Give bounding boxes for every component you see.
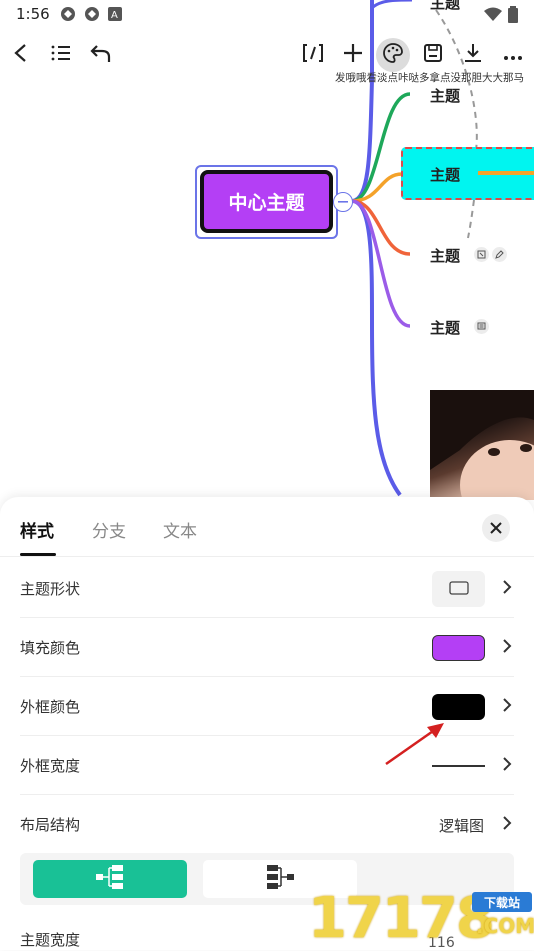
topic-node[interactable]: 主题 [430,245,460,266]
back-button[interactable] [4,38,38,72]
border-width-label: 外框宽度 [20,757,81,775]
status-bar: 1:56 A [0,0,534,30]
topic-width-label: 主题宽度 [20,931,81,949]
style-panel: 样式 分支 文本 主题形状 填充颜色 外框颜色 外框宽度 布局结构 逻辑图 主题… [0,497,534,951]
fill-color-label: 填充颜色 [20,639,81,657]
chevron-right-icon [502,815,512,835]
topic-node[interactable]: 主题 [430,164,460,185]
more-button[interactable] [496,38,530,72]
topic-node[interactable]: 主题 [430,317,460,338]
branch-line [478,171,534,175]
add-topic-button[interactable] [336,38,370,72]
active-tab-indicator [20,553,56,556]
save-button[interactable] [416,38,450,72]
toolbar-tooltip: 发哦哦看淡点咔哒多拿点没那胆大大那马 [335,72,524,84]
topic-shape-row[interactable]: 主题形状 [20,559,514,618]
svg-text:A: A [111,10,118,21]
bracket-icon [302,43,324,67]
style-button[interactable] [376,38,410,72]
collapse-toggle-icon[interactable] [333,192,353,212]
chevron-right-icon [502,579,512,599]
export-button[interactable] [456,38,490,72]
chevron-right-icon [502,697,512,717]
save-icon [423,43,443,67]
border-color-row[interactable]: 外框颜色 [20,677,514,736]
watermark-domain: .COM [476,914,534,938]
border-width-preview[interactable] [432,765,485,767]
summary-button[interactable] [296,38,330,72]
border-color-swatch[interactable] [432,694,485,720]
tab-style[interactable]: 样式 [20,517,54,542]
app-notification-icon [60,6,76,26]
close-icon [490,519,502,538]
layout-row[interactable]: 布局结构 逻辑图 [20,795,514,854]
layout-label: 布局结构 [20,816,81,834]
fill-color-row[interactable]: 填充颜色 [20,618,514,677]
a-letter-icon: A [108,6,122,25]
plus-icon [343,43,363,67]
undo-icon [89,43,111,67]
layout-value: 逻辑图 [438,817,484,835]
watermark-badge: 下载站 [472,892,532,912]
download-icon [463,43,483,67]
back-icon [11,43,31,67]
fill-color-swatch[interactable] [432,635,485,661]
undo-button[interactable] [83,38,117,72]
comment-icon[interactable] [474,319,489,334]
logic-right-layout-icon [94,864,126,894]
chevron-right-icon [502,638,512,658]
wifi-icon [484,6,502,25]
watermark-number: 17178 [308,886,495,951]
edit-pencil-icon[interactable] [492,247,507,262]
topic-shape-label: 主题形状 [20,580,81,598]
portrait-photo-icon [430,390,534,500]
watermark-logo: 17178 下载站 .COM [308,888,534,950]
tab-branch[interactable]: 分支 [92,517,126,542]
central-topic[interactable]: 中心主题 [200,170,333,233]
battery-icon [508,6,518,27]
more-icon [503,46,523,65]
outline-button[interactable] [44,38,78,72]
palette-icon [382,42,404,68]
topic-image[interactable] [430,390,534,500]
close-button[interactable] [482,514,510,542]
note-icon[interactable] [474,247,489,262]
outline-list-icon [51,44,71,66]
rectangle-shape-icon [448,580,469,599]
border-width-row[interactable]: 外框宽度 [20,736,514,795]
logic-left-layout-icon [264,864,296,894]
border-color-label: 外框颜色 [20,698,81,716]
chevron-right-icon [502,756,512,776]
shape-preview[interactable] [432,571,485,607]
status-time: 1:56 [16,5,50,23]
layout-option-logic-right[interactable] [33,860,187,898]
topic-node[interactable]: 主题 [430,85,460,106]
tab-text[interactable]: 文本 [163,517,197,542]
app-notification-icon [84,6,100,26]
panel-tabs: 样式 分支 文本 [0,497,534,557]
